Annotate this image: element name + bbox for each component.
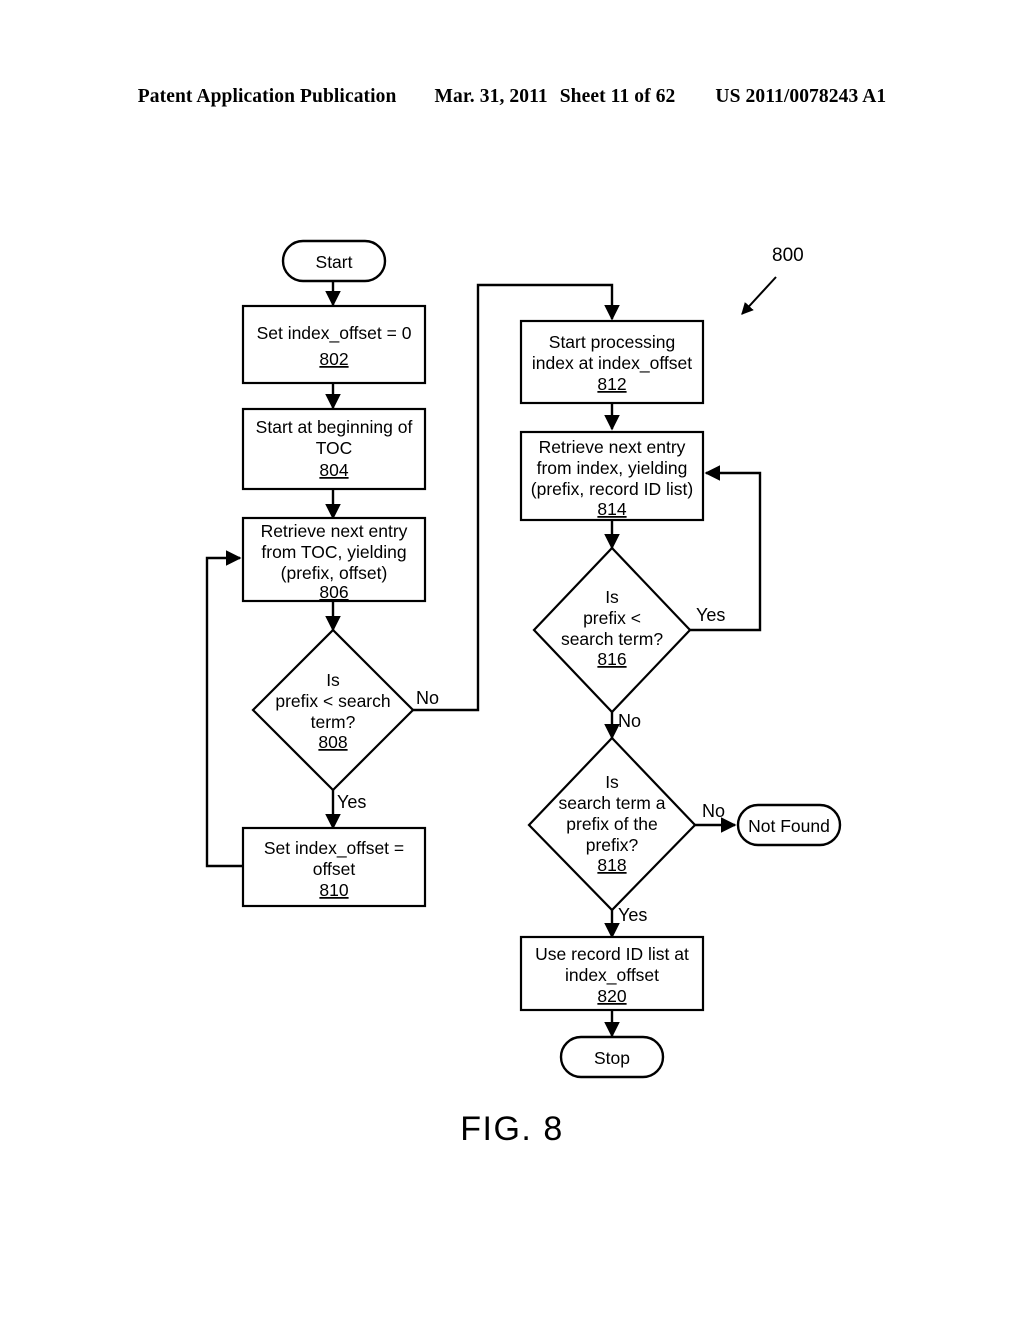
connector-810-to-806-loop bbox=[205, 550, 243, 868]
node-818-line-1: Is bbox=[605, 772, 619, 792]
node-806[interactable]: Retrieve next entry from TOC, yielding (… bbox=[241, 516, 427, 603]
node-818-line-3: prefix of the bbox=[566, 814, 657, 834]
figure-caption: FIG. 8 bbox=[460, 1110, 564, 1148]
node-start[interactable]: Start bbox=[281, 239, 387, 283]
node-816[interactable]: Is prefix < search term? 816 bbox=[532, 546, 692, 714]
node-806-ref: 806 bbox=[319, 582, 348, 602]
edge-label-808-no: No bbox=[416, 688, 439, 708]
start-label: Start bbox=[316, 252, 353, 272]
edge-label-816-yes: Yes bbox=[696, 605, 725, 625]
node-806-line-1: Retrieve next entry bbox=[261, 521, 408, 541]
node-816-line-1: Is bbox=[605, 587, 619, 607]
node-814-line-3: (prefix, record ID list) bbox=[531, 479, 693, 499]
node-818-line-2: search term a bbox=[559, 793, 666, 813]
node-814-line-2: from index, yielding bbox=[537, 458, 688, 478]
node-812[interactable]: Start processing index at index_offset 8… bbox=[519, 319, 705, 405]
node-806-line-2: from TOC, yielding bbox=[261, 542, 406, 562]
node-812-ref: 812 bbox=[597, 374, 626, 394]
node-810[interactable]: Set index_offset = offset 810 bbox=[241, 826, 427, 908]
node-not-found[interactable]: Not Found bbox=[736, 803, 842, 847]
node-stop[interactable]: Stop bbox=[559, 1035, 665, 1079]
node-816-line-3: search term? bbox=[561, 629, 663, 649]
node-812-line-1: Start processing bbox=[549, 332, 675, 352]
node-810-line-1: Set index_offset = bbox=[264, 838, 404, 859]
node-802-line-1: Set index_offset = 0 bbox=[257, 323, 412, 344]
node-802-ref: 802 bbox=[319, 349, 348, 369]
node-802-shape bbox=[241, 304, 427, 385]
node-810-ref: 810 bbox=[319, 880, 348, 900]
node-820-line-2: index_offset bbox=[565, 965, 659, 986]
node-812-line-2: index at index_offset bbox=[532, 353, 692, 374]
stop-label: Stop bbox=[594, 1048, 630, 1068]
node-802[interactable]: Set index_offset = 0 802 bbox=[241, 304, 427, 385]
node-808-ref: 808 bbox=[318, 732, 347, 752]
node-804-line-2: TOC bbox=[316, 438, 353, 458]
node-818-ref: 818 bbox=[597, 855, 626, 875]
edge-label-818-no: No bbox=[702, 801, 725, 821]
node-804-line-1: Start at beginning of bbox=[256, 417, 413, 437]
node-820-line-1: Use record ID list at bbox=[535, 944, 689, 964]
not-found-label: Not Found bbox=[748, 816, 830, 836]
figure-reference-leader-arrow bbox=[741, 276, 777, 315]
node-808-line-3: term? bbox=[311, 712, 356, 732]
edge-label-816-no: No bbox=[618, 711, 641, 731]
node-818-line-4: prefix? bbox=[586, 835, 639, 855]
node-818[interactable]: Is search term a prefix of the prefix? 8… bbox=[527, 736, 697, 912]
node-808-line-2: prefix < search bbox=[275, 691, 390, 711]
edge-label-818-yes: Yes bbox=[618, 905, 647, 925]
edge-label-808-yes: Yes bbox=[337, 792, 366, 812]
node-814-ref: 814 bbox=[597, 499, 626, 519]
node-820-ref: 820 bbox=[597, 986, 626, 1006]
node-814-line-1: Retrieve next entry bbox=[539, 437, 686, 457]
node-820[interactable]: Use record ID list at index_offset 820 bbox=[519, 935, 705, 1012]
figure-reference-numeral: 800 bbox=[772, 245, 804, 266]
node-816-ref: 816 bbox=[597, 649, 626, 669]
node-804[interactable]: Start at beginning of TOC 804 bbox=[241, 407, 427, 491]
patent-figure-page: Patent Application Publication Mar. 31, … bbox=[0, 0, 1024, 1320]
node-810-line-2: offset bbox=[313, 859, 356, 879]
node-808[interactable]: Is prefix < search term? 808 bbox=[251, 628, 415, 792]
node-814[interactable]: Retrieve next entry from index, yielding… bbox=[519, 430, 705, 522]
node-806-line-3: (prefix, offset) bbox=[281, 563, 388, 583]
node-804-ref: 804 bbox=[319, 460, 348, 480]
node-808-line-1: Is bbox=[326, 670, 340, 690]
node-816-line-2: prefix < bbox=[583, 608, 641, 628]
